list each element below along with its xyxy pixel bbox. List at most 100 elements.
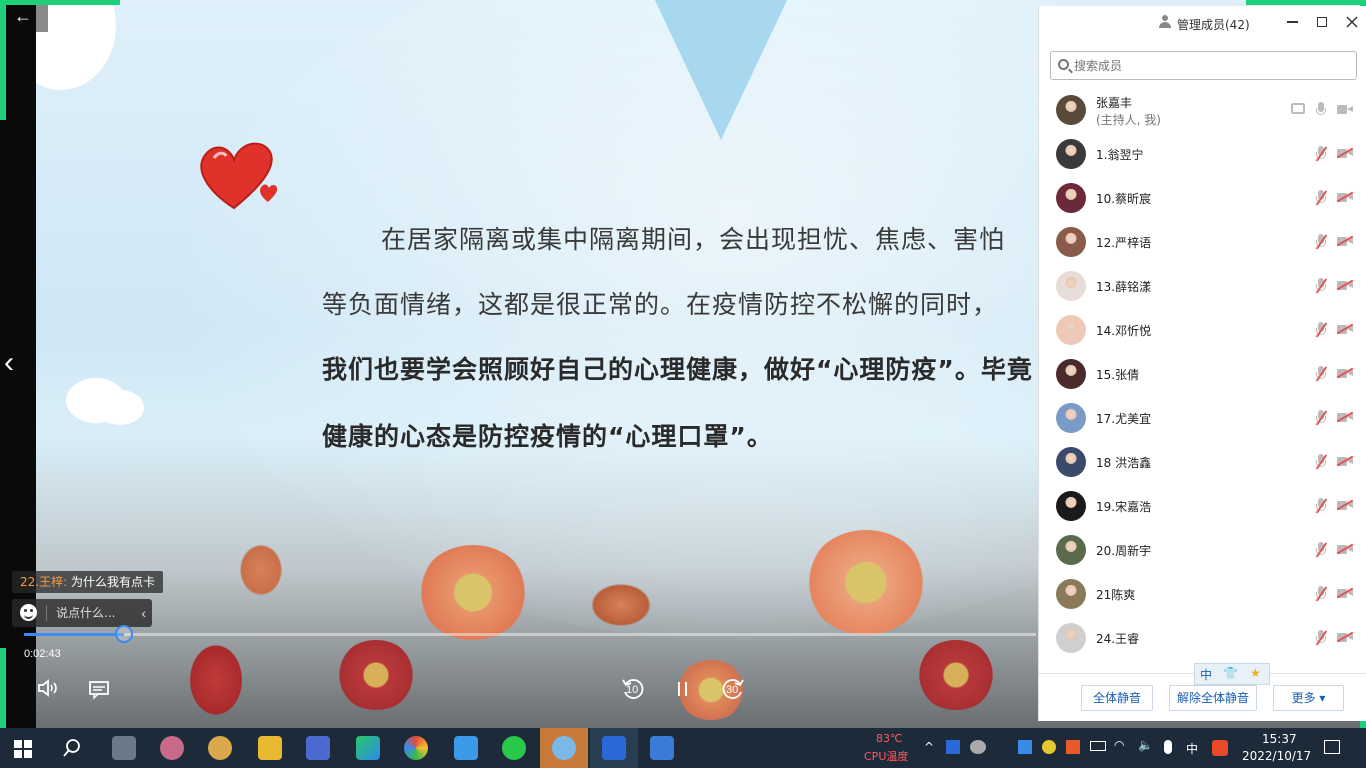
volume-tray-icon[interactable]: 🔈 <box>1138 738 1153 752</box>
mic-muted-icon[interactable] <box>1315 190 1328 206</box>
search-input[interactable] <box>1074 52 1354 79</box>
search-icon <box>1058 59 1069 70</box>
pause-button[interactable] <box>674 680 692 698</box>
calculator-icon[interactable] <box>112 736 136 760</box>
mic-muted-icon[interactable] <box>1315 366 1328 382</box>
subtitle-button[interactable] <box>88 680 110 700</box>
mic-muted-icon[interactable] <box>1315 454 1328 470</box>
paint-icon[interactable] <box>160 736 184 760</box>
battery-icon[interactable] <box>1090 741 1106 751</box>
camera-off-icon[interactable] <box>1336 411 1354 423</box>
rewind-button[interactable]: 10 <box>620 676 646 702</box>
unmute-all-button[interactable]: 解除全体静音 <box>1169 685 1257 711</box>
back-arrow-icon: ← <box>14 6 32 26</box>
chat-input[interactable]: 说点什么... <box>56 599 115 627</box>
collapse-chevron-icon[interactable]: ‹ <box>141 599 146 627</box>
tray-icon[interactable] <box>1066 740 1080 754</box>
video-app-icon[interactable] <box>650 736 674 760</box>
member-row[interactable]: 10.蔡昕宸 <box>1039 176 1366 220</box>
member-row[interactable]: 13.薛铭漾 <box>1039 264 1366 308</box>
camera-off-icon[interactable] <box>1336 587 1354 599</box>
mic-muted-icon[interactable] <box>1315 542 1328 558</box>
camera-off-icon[interactable] <box>1336 279 1354 291</box>
ime-star-icon[interactable]: ★ <box>1250 666 1261 680</box>
member-row[interactable]: 14.邓忻悦 <box>1039 308 1366 352</box>
member-row[interactable]: 18 洪浩鑫 <box>1039 440 1366 484</box>
camera-off-icon[interactable] <box>1336 323 1354 335</box>
camera-off-icon[interactable] <box>1336 543 1354 555</box>
ime-lang-button[interactable]: 中 <box>1200 666 1212 683</box>
emoji-icon[interactable] <box>20 604 37 621</box>
current-time: 0:02:43 <box>24 648 61 660</box>
tray-app-icon[interactable] <box>946 740 960 754</box>
member-name: 24.王睿 <box>1096 632 1140 646</box>
sogou-icon[interactable] <box>1212 740 1228 756</box>
back-button[interactable]: ← <box>8 6 38 28</box>
mic-tray-icon[interactable] <box>1164 740 1172 754</box>
notes-icon[interactable] <box>306 736 330 760</box>
mic-muted-icon[interactable] <box>1315 234 1328 250</box>
previous-button[interactable]: ‹ <box>4 348 26 380</box>
forward-button[interactable]: 30 <box>720 676 746 702</box>
tray-expand-icon[interactable]: ^ <box>924 740 934 754</box>
member-name: 1.翁翌宁 <box>1096 148 1144 162</box>
more-button[interactable]: 更多 ▾ <box>1273 685 1344 711</box>
input-lang[interactable]: 中 <box>1186 740 1198 757</box>
close-button[interactable] <box>1342 12 1362 32</box>
maximize-icon <box>1317 17 1327 27</box>
member-row[interactable]: 15.张倩 <box>1039 352 1366 396</box>
camera-off-icon[interactable] <box>1336 631 1354 643</box>
mic-muted-icon[interactable] <box>1315 586 1328 602</box>
tray-wechat-icon[interactable] <box>970 740 986 754</box>
clock-date[interactable]: 2022/10/17 <box>1242 749 1311 763</box>
progress-bar[interactable] <box>24 625 1036 643</box>
camera-off-icon[interactable] <box>1336 455 1354 467</box>
camera-off-icon[interactable] <box>1337 104 1353 115</box>
screen-share-icon[interactable] <box>1291 103 1305 114</box>
mic-muted-icon[interactable] <box>1315 410 1328 426</box>
member-row[interactable]: 张嘉丰 (主持人, 我) <box>1039 88 1366 132</box>
file-explorer-icon[interactable] <box>258 736 282 760</box>
mic-icon[interactable] <box>1315 102 1327 118</box>
palette-icon[interactable] <box>208 736 232 760</box>
wechat-icon[interactable] <box>502 736 526 760</box>
member-row[interactable]: 20.周新宇 <box>1039 528 1366 572</box>
mute-all-button[interactable]: 全体静音 <box>1081 685 1153 711</box>
notification-icon[interactable] <box>1324 740 1340 754</box>
member-row[interactable]: 21陈爽 <box>1039 572 1366 616</box>
tray-icon[interactable] <box>1042 740 1056 754</box>
search-taskbar-button[interactable] <box>62 738 82 758</box>
mic-muted-icon[interactable] <box>1315 146 1328 162</box>
ime-skin-icon[interactable]: 👕 <box>1223 666 1238 680</box>
mic-muted-icon[interactable] <box>1315 278 1328 294</box>
member-row[interactable]: 1.翁翌宁 <box>1039 132 1366 176</box>
minimize-button[interactable] <box>1282 12 1302 32</box>
camera-off-icon[interactable] <box>1336 147 1354 159</box>
member-row[interactable]: 17.尤美宜 <box>1039 396 1366 440</box>
start-button[interactable] <box>14 740 32 758</box>
minimize-icon <box>1286 21 1298 23</box>
volume-button[interactable] <box>36 678 62 700</box>
member-row[interactable]: 24.王睿 <box>1039 616 1366 660</box>
camera-off-icon[interactable] <box>1336 235 1354 247</box>
mic-muted-icon[interactable] <box>1315 630 1328 646</box>
camera-off-icon[interactable] <box>1336 191 1354 203</box>
active-app-tab[interactable] <box>540 728 588 768</box>
flower-decoration <box>336 640 416 710</box>
maximize-button[interactable] <box>1312 12 1332 32</box>
member-row[interactable]: 19.宋嘉浩 <box>1039 484 1366 528</box>
wifi-icon[interactable]: ◠ <box>1114 738 1124 752</box>
mic-muted-icon[interactable] <box>1315 322 1328 338</box>
member-row[interactable]: 12.严梓语 <box>1039 220 1366 264</box>
window-app-icon[interactable] <box>454 736 478 760</box>
tray-icon[interactable] <box>1018 740 1032 754</box>
camera-off-icon[interactable] <box>1336 367 1354 379</box>
media-player-icon[interactable] <box>356 736 380 760</box>
clock-time[interactable]: 15:37 <box>1262 732 1297 746</box>
mic-muted-icon[interactable] <box>1315 498 1328 514</box>
app-tab[interactable] <box>590 728 638 768</box>
browser-icon[interactable] <box>404 736 428 760</box>
camera-off-icon[interactable] <box>1336 499 1354 511</box>
member-list: 张嘉丰 (主持人, 我) 1.翁翌宁 10.蔡昕宸 12.严梓语 13.薛铭漾 14.邓忻悦… <box>1039 88 1366 668</box>
taskbar: 83℃ CPU温度 ^ ◠ 🔈 中 15:37 2022/10/17 <box>0 728 1366 768</box>
